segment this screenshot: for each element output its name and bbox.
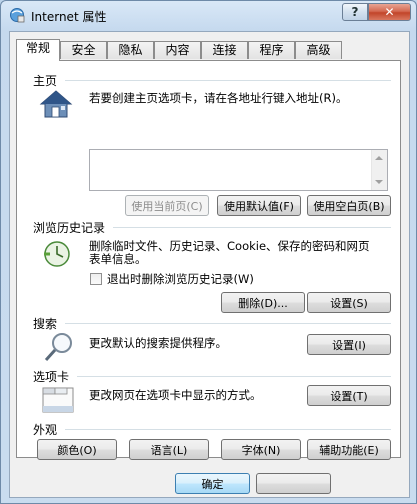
tabs-section-title: 选项卡 [33,370,70,384]
dialog-window: Internet 属性 ? ✕ 常规 安全 隐私 内容 连接 程序 高级 主页 [0,0,417,504]
delete-history-button[interactable]: 删除(D)... [221,292,305,313]
languages-button[interactable]: 语言(L) [129,439,209,460]
history-section-title: 浏览历史记录 [33,221,106,235]
general-tab-page: 主页 若要创建主页选项卡，请在各地址行键入地址(R)。 使用当前页(C) 使用默… [16,60,401,460]
colors-button[interactable]: 颜色(O) [37,439,117,460]
tab-programs[interactable]: 程序 [248,41,295,59]
tab-content[interactable]: 内容 [154,41,201,59]
scroll-up-icon[interactable] [375,156,383,160]
fonts-button[interactable]: 字体(N) [221,439,301,460]
scroll-down-icon[interactable] [375,180,383,184]
section-divider [65,323,391,324]
tab-general[interactable]: 常规 [16,39,60,61]
section-divider [65,429,391,430]
dialog-client: 常规 安全 隐私 内容 连接 程序 高级 主页 若要创建主页选项卡，请在各地址行… [9,31,410,498]
history-settings-button[interactable]: 设置(S) [307,292,391,313]
appearance-section-title: 外观 [33,423,58,437]
tab-connections[interactable]: 连接 [201,41,248,59]
internet-options-icon [10,8,25,23]
close-button[interactable]: ✕ [368,3,411,21]
tab-advanced[interactable]: 高级 [295,41,342,59]
close-icon: ✕ [384,5,395,19]
delete-on-exit-checkbox[interactable] [90,273,102,285]
delete-on-exit-label[interactable]: 退出时删除浏览历史记录(W) [107,272,254,286]
home-icon [39,90,73,118]
section-divider [77,376,391,377]
history-description-line1: 删除临时文件、历史记录、Cookie、保存的密码和网页 [89,239,370,253]
tabs-window-icon [42,387,74,413]
help-icon: ? [351,5,359,19]
tab-privacy[interactable]: 隐私 [107,41,154,59]
section-divider [65,80,391,81]
use-default-button[interactable]: 使用默认值(F) [217,195,301,216]
home-description: 若要创建主页选项卡，请在各地址行键入地址(R)。 [89,91,348,105]
use-blank-button[interactable]: 使用空白页(B) [307,195,391,216]
ok-button[interactable]: 确定 [175,473,250,494]
tabs-description: 更改网页在选项卡中显示的方式。 [89,388,262,402]
address-scrollbar[interactable] [371,150,387,190]
window-title: Internet 属性 [31,10,107,24]
use-current-button[interactable]: 使用当前页(C) [125,195,209,216]
search-section-title: 搜索 [33,317,58,331]
history-clock-icon [44,241,70,267]
history-description-line2: 表单信息。 [89,252,147,266]
tabs-settings-button[interactable]: 设置(T) [307,385,391,406]
tab-security[interactable]: 安全 [60,41,107,59]
section-divider [113,227,391,228]
title-bar[interactable]: Internet 属性 ? ✕ [1,1,416,29]
help-button[interactable]: ? [342,3,368,21]
accessibility-button[interactable]: 辅助功能(E) [307,439,391,460]
search-magnifier-icon [44,333,72,362]
cancel-button[interactable] [256,473,331,494]
search-settings-button[interactable]: 设置(I) [307,334,391,355]
home-address-field[interactable] [89,149,388,191]
home-section-title: 主页 [33,74,58,88]
search-description: 更改默认的搜索提供程序。 [89,336,227,350]
